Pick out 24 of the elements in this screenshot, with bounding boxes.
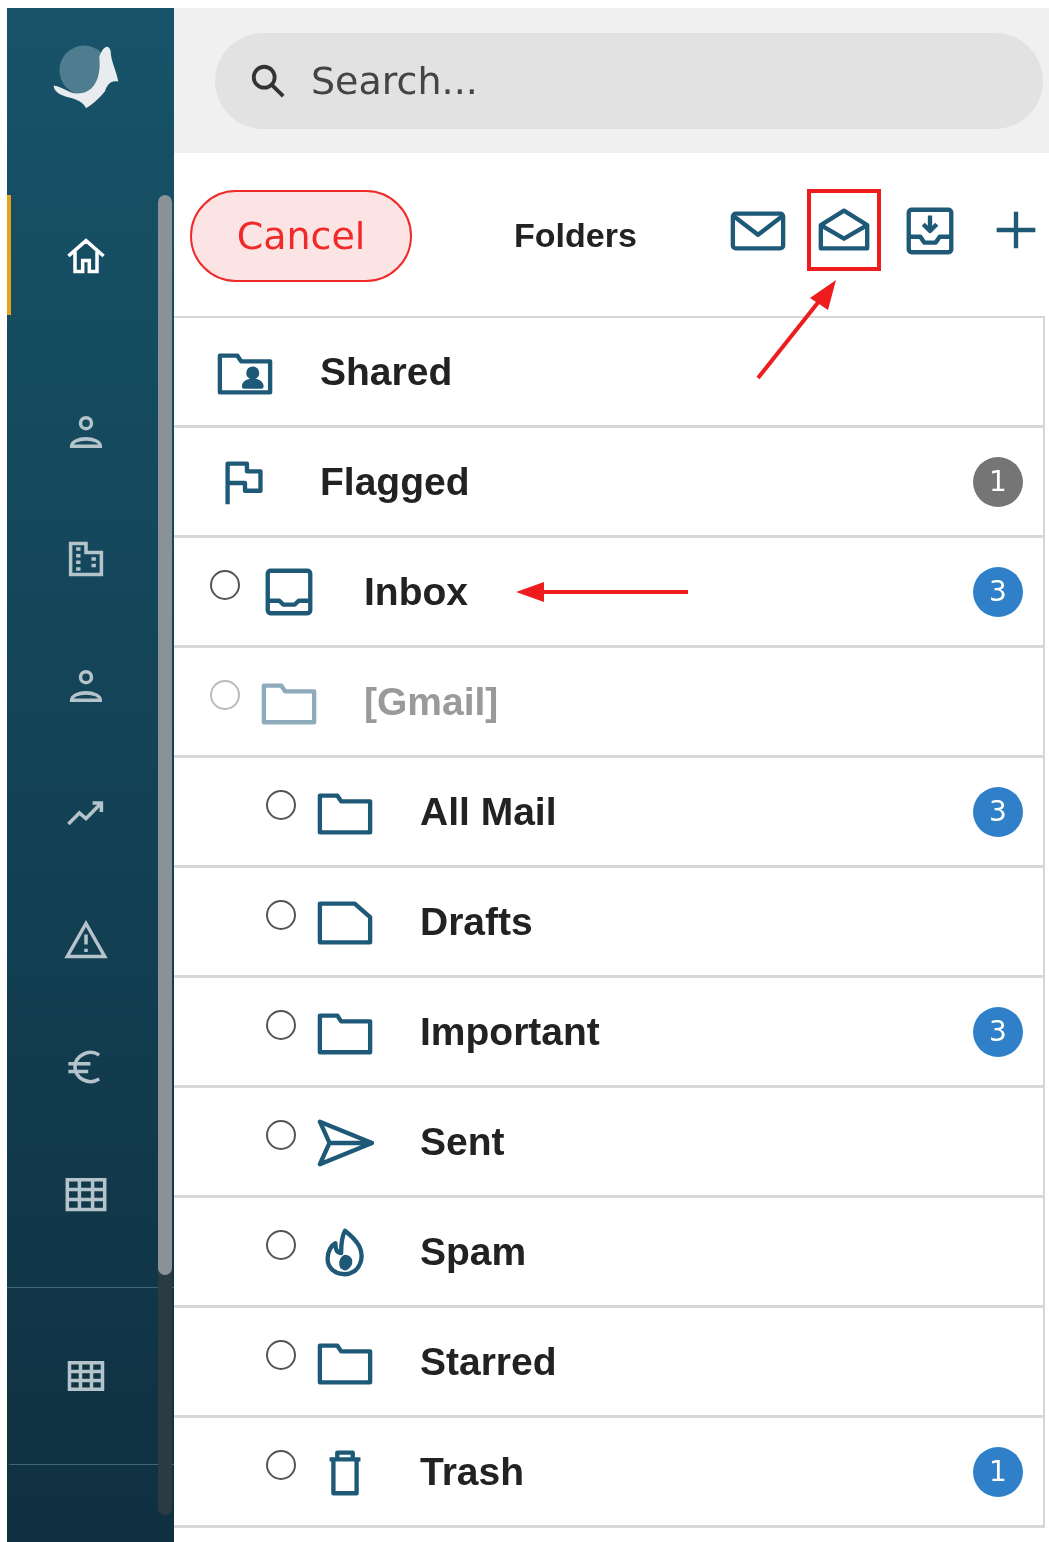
folder-label: Flagged [320,459,470,504]
folder-label: Starred [420,1339,557,1384]
folder-label: [Gmail] [364,679,499,724]
folder-row[interactable]: Inbox 3 [174,538,1043,648]
count-badge: 1 [973,1446,1023,1497]
folder-label: Shared [320,349,453,394]
folder-label: Sent [420,1119,505,1164]
folders-title: Folders [514,216,637,255]
folder-label: Inbox [364,569,468,614]
folder-label: Drafts [420,899,533,944]
folder-label: All Mail [420,789,557,834]
folder-label: Spam [420,1229,527,1274]
radio-button[interactable] [210,569,240,600]
scrollbar[interactable] [158,195,172,1515]
folder-row[interactable]: Flagged 1 [174,428,1043,538]
count-badge: 3 [973,566,1023,617]
open-mail-button[interactable] [806,188,881,271]
count-badge: 1 [973,456,1023,507]
folder-label: Trash [420,1449,525,1494]
count-badge: 3 [973,1006,1023,1057]
folder-label: Important [420,1009,600,1054]
search-field[interactable]: Search... [215,32,1043,129]
count-badge: 3 [973,786,1023,837]
folder-row[interactable]: Shared [174,318,1043,428]
